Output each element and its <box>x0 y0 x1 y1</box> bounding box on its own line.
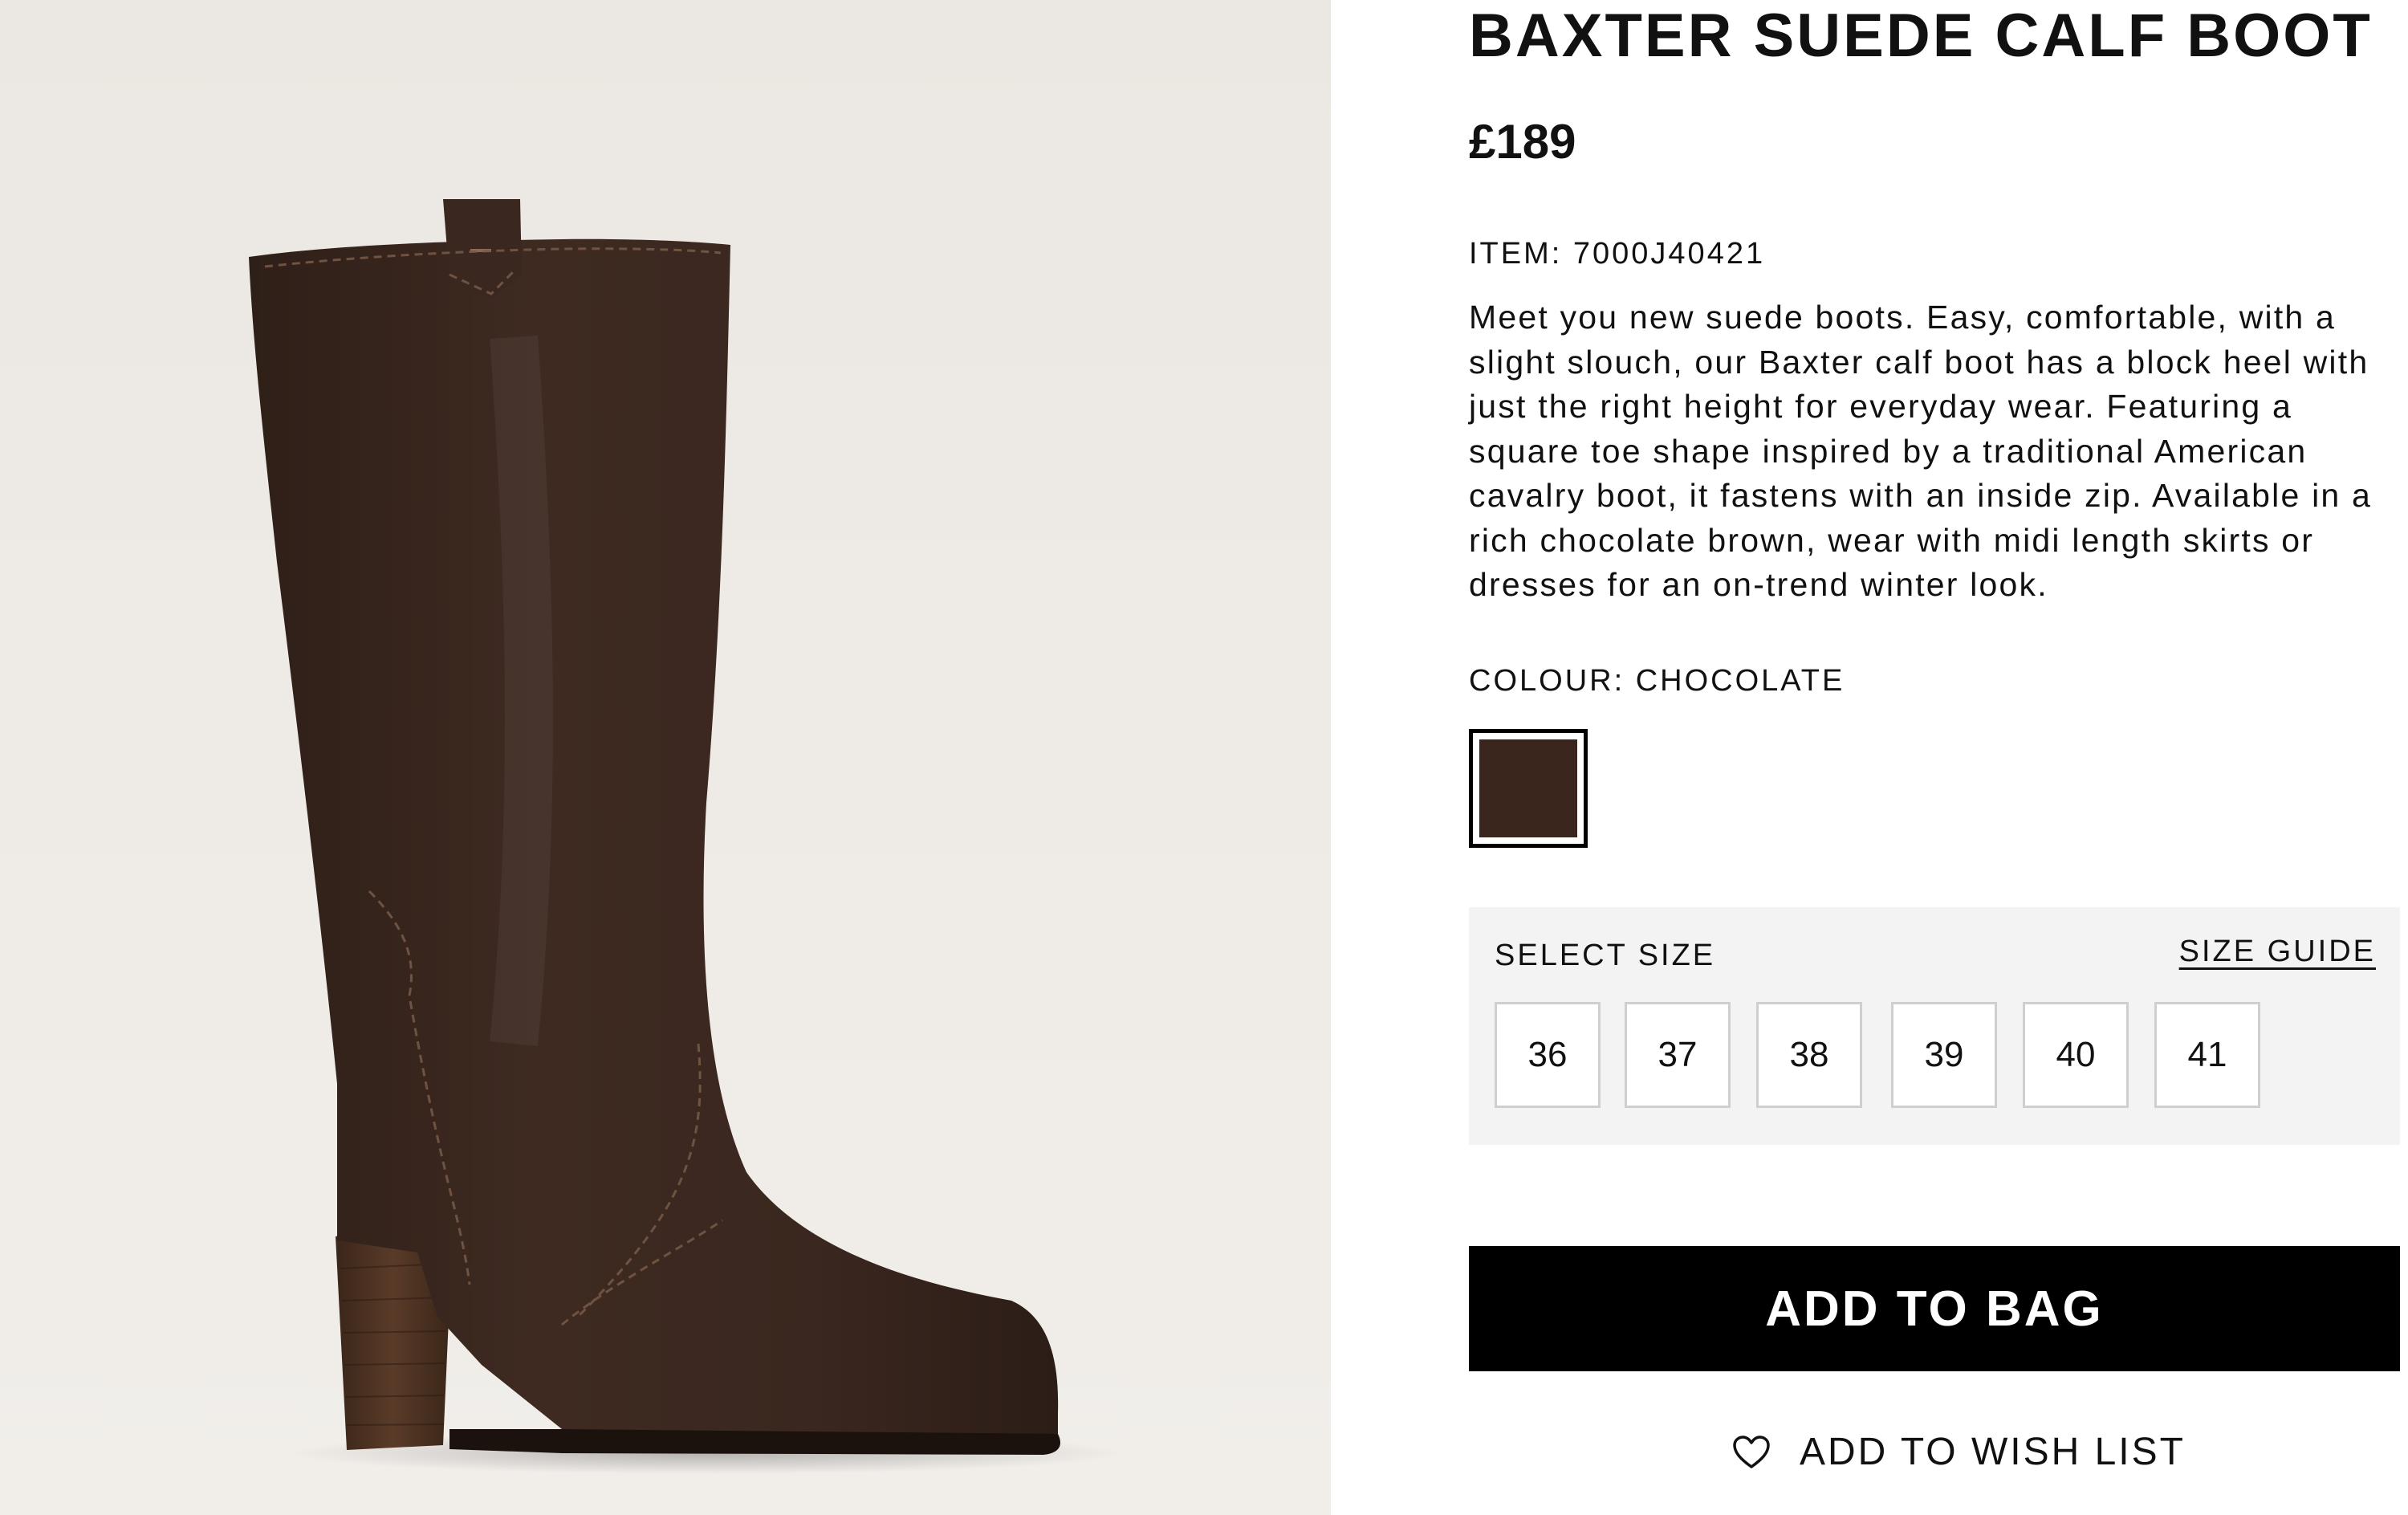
boot-illustration <box>249 199 1124 1474</box>
size-selector: SELECT SIZE SIZE GUIDE 36 37 38 39 40 41 <box>1469 907 2400 1145</box>
heart-icon <box>1733 1436 1770 1468</box>
product-details: BAXTER SUEDE CALF BOOT £189 ITEM: 7000J4… <box>1469 0 2400 1515</box>
product-page: BAXTER SUEDE CALF BOOT £189 ITEM: 7000J4… <box>0 0 2408 1515</box>
size-guide-link[interactable]: SIZE GUIDE <box>2179 933 2376 970</box>
item-code-value: 7000J40421 <box>1572 237 1766 271</box>
size-option[interactable]: 39 <box>1891 1002 1997 1108</box>
size-option[interactable]: 38 <box>1756 1002 1862 1108</box>
add-to-bag-button[interactable]: ADD TO BAG <box>1469 1246 2400 1371</box>
product-price: £189 <box>1469 115 1576 169</box>
item-code-label: ITEM: <box>1469 237 1563 271</box>
wish-list-label: ADD TO WISH LIST <box>1800 1431 2186 1473</box>
product-image <box>0 0 1331 1515</box>
size-option[interactable]: 40 <box>2023 1002 2129 1108</box>
size-options: 36 37 38 39 40 41 <box>1495 1002 2260 1108</box>
size-option[interactable]: 41 <box>2154 1002 2260 1108</box>
colour-label: COLOUR: CHOCOLATE <box>1469 664 1845 698</box>
add-to-wish-list-button[interactable]: ADD TO WISH LIST <box>1732 1429 2186 1476</box>
product-title: BAXTER SUEDE CALF BOOT <box>1469 2 2373 70</box>
product-description: Meet you new suede boots. Easy, comforta… <box>1469 299 2372 603</box>
select-size-label: SELECT SIZE <box>1495 939 1716 972</box>
size-option[interactable]: 37 <box>1625 1002 1731 1108</box>
colour-swatch-chocolate[interactable] <box>1469 729 1588 848</box>
item-code: ITEM: 7000J40421 <box>1469 235 1765 272</box>
swatch-fill <box>1478 738 1579 839</box>
size-option[interactable]: 36 <box>1495 1002 1601 1108</box>
